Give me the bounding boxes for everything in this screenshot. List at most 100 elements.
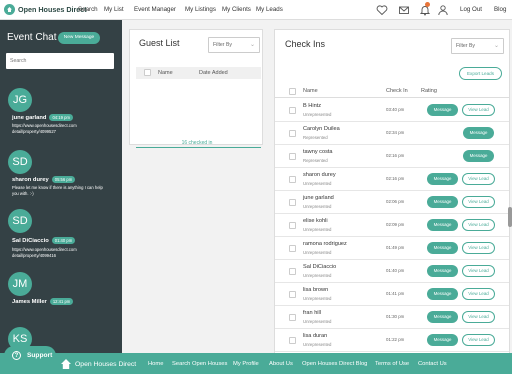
footer-link-terms[interactable]: Terms of Use xyxy=(375,361,409,367)
guest-name: Sal DiCiaccio xyxy=(303,264,337,270)
check-ins-card: Check Ins Filter By ⌄ Export Leads Name C… xyxy=(274,29,510,353)
view-lead-button[interactable]: View Lead xyxy=(462,311,495,323)
row-checkbox[interactable] xyxy=(289,130,296,137)
heart-icon[interactable] xyxy=(376,4,388,16)
footer-link-my-profile[interactable]: My Profile xyxy=(233,361,259,367)
chat-item[interactable]: JM xyxy=(8,272,32,296)
view-lead-button[interactable]: View Lead xyxy=(462,288,495,300)
check-in-row[interactable]: Sal DiCiaccio Unrepresented 01:40 pm Messag… xyxy=(275,260,509,283)
row-checkbox[interactable] xyxy=(289,153,296,160)
chat-item[interactable]: JG xyxy=(8,88,32,112)
nav-my-clients[interactable]: My Clients xyxy=(222,6,251,13)
guest-name: lisa brown xyxy=(303,287,329,293)
message-button[interactable]: Message xyxy=(427,173,458,185)
chat-item[interactable]: SD xyxy=(8,150,32,174)
footer-link-home[interactable]: Home xyxy=(148,361,163,367)
check-in-row[interactable]: elise kohli Unrepresented 02:09 pm Message V… xyxy=(275,214,509,237)
chat-item[interactable]: SD xyxy=(8,209,32,233)
guest-filter-select[interactable]: Filter By ⌄ xyxy=(208,37,260,53)
guest-table-header: Name Date Added xyxy=(136,67,261,79)
view-lead-button[interactable]: View Lead xyxy=(462,173,495,185)
representation-status: Unrepresented xyxy=(303,296,332,301)
brand-logo[interactable]: Open Houses Direct xyxy=(4,4,87,15)
footer-link-search-open-houses[interactable]: Search Open Houses xyxy=(172,361,227,367)
footer-link-about-us[interactable]: About Us xyxy=(269,361,293,367)
view-lead-button[interactable]: View Lead xyxy=(462,104,495,116)
top-nav: Open Houses Direct Search My List Event … xyxy=(0,0,512,20)
chat-name[interactable]: James Miller 12:41 pm xyxy=(12,298,74,305)
chat-time-badge: 01:40 pm xyxy=(51,237,76,244)
view-lead-button[interactable]: View Lead xyxy=(462,219,495,231)
nav-my-listings[interactable]: My Listings xyxy=(185,6,216,13)
check-in-row[interactable]: fran hill Unrepresented 01:30 pm Message Vie… xyxy=(275,306,509,329)
scrollbar-thumb[interactable] xyxy=(508,207,512,227)
mail-icon[interactable] xyxy=(398,4,410,16)
logout-link[interactable]: Log Out xyxy=(460,6,482,13)
chat-search-input[interactable] xyxy=(6,53,114,69)
check-in-row[interactable]: june garland Unrepresented 02:06 pm Message… xyxy=(275,191,509,214)
row-checkbox[interactable] xyxy=(289,314,296,321)
col-name: Name xyxy=(303,88,318,94)
col-date-added: Date Added xyxy=(199,70,228,76)
message-button[interactable]: Message xyxy=(427,334,458,346)
message-button[interactable]: Message xyxy=(427,311,458,323)
checked-in-count[interactable]: 16 checked in xyxy=(130,140,264,146)
chat-preview: https://www.openhousesdirect.com detail/… xyxy=(12,123,77,134)
check-in-row[interactable]: lisa brown Unrepresented 01:41 pm Message Vi… xyxy=(275,283,509,306)
view-lead-button[interactable]: View Lead xyxy=(462,265,495,277)
nav-search[interactable]: Search xyxy=(78,6,98,13)
guest-name: fran hill xyxy=(303,310,322,316)
chat-time-badge: 04:19 pm xyxy=(49,114,73,121)
check-in-time: 03:40 pm xyxy=(386,107,405,112)
nav-event-manager[interactable]: Event Manager xyxy=(134,6,176,13)
row-checkbox[interactable] xyxy=(289,199,296,206)
message-button[interactable]: Message xyxy=(427,196,458,208)
row-checkbox[interactable] xyxy=(289,268,296,275)
check-in-row[interactable]: sharon durey Unrepresented 02:16 pm Message… xyxy=(275,168,509,191)
message-button[interactable]: Message xyxy=(463,127,494,139)
check-in-row[interactable]: Carolyn Duilea Represented 02:34 pm Message xyxy=(275,122,509,145)
row-checkbox[interactable] xyxy=(289,337,296,344)
row-checkbox[interactable] xyxy=(289,245,296,252)
row-checkbox[interactable] xyxy=(289,176,296,183)
row-checkbox[interactable] xyxy=(289,107,296,114)
chat-preview: Please let me know if there is anything … xyxy=(12,185,103,196)
support-button[interactable]: ? Support xyxy=(4,346,56,366)
nav-my-list[interactable]: My List xyxy=(104,6,124,13)
row-checkbox[interactable] xyxy=(289,222,296,229)
avatar: SD xyxy=(8,209,32,233)
message-button[interactable]: Message xyxy=(427,219,458,231)
message-button[interactable]: Message xyxy=(427,104,458,116)
footer-link-blog[interactable]: Open Houses Direct Blog xyxy=(302,361,367,367)
chat-name[interactable]: june garland 04:19 pm xyxy=(12,114,73,121)
chat-name[interactable]: Sal DiCiaccio 01:40 pm xyxy=(12,237,76,244)
check-in-row[interactable]: ramona rodriguez Unrepresented 01:49 pm Mes… xyxy=(275,237,509,260)
view-lead-button[interactable]: View Lead xyxy=(462,334,495,346)
check-in-row[interactable]: lisa duran Unrepresented 01:22 pm Message Vi… xyxy=(275,329,509,352)
guest-name: tawny costa xyxy=(303,149,333,155)
message-button[interactable]: Message xyxy=(427,242,458,254)
select-all-checkbox[interactable] xyxy=(144,69,151,76)
view-lead-button[interactable]: View Lead xyxy=(462,242,495,254)
message-button[interactable]: Message xyxy=(463,150,494,162)
chevron-down-icon: ⌄ xyxy=(249,42,255,48)
message-button[interactable]: Message xyxy=(427,265,458,277)
new-message-button[interactable]: New Message xyxy=(58,32,100,44)
nav-my-leads[interactable]: My Leads xyxy=(256,6,283,13)
user-icon[interactable] xyxy=(437,4,449,16)
footer-logo[interactable]: Open Houses Direct xyxy=(61,359,136,369)
check-in-filter-select[interactable]: Filter By ⌄ xyxy=(451,38,504,54)
view-lead-button[interactable]: View Lead xyxy=(462,196,495,208)
guest-name: june garland xyxy=(303,195,334,201)
export-leads-button[interactable]: Export Leads xyxy=(459,67,502,80)
select-all-checkbox[interactable] xyxy=(289,88,296,95)
check-in-row[interactable]: B Hintz Unrepresented 03:40 pm Message View … xyxy=(275,99,509,122)
guest-name: B Hintz xyxy=(303,103,322,109)
chat-name[interactable]: sharon durey 05:56 pm xyxy=(12,176,76,183)
footer-link-contact[interactable]: Contact Us xyxy=(418,361,447,367)
check-in-row[interactable]: tawny costa Represented 02:16 pm Message xyxy=(275,145,509,168)
blog-link[interactable]: Blog xyxy=(494,6,506,13)
check-in-time: 02:06 pm xyxy=(386,199,405,204)
message-button[interactable]: Message xyxy=(427,288,458,300)
row-checkbox[interactable] xyxy=(289,291,296,298)
